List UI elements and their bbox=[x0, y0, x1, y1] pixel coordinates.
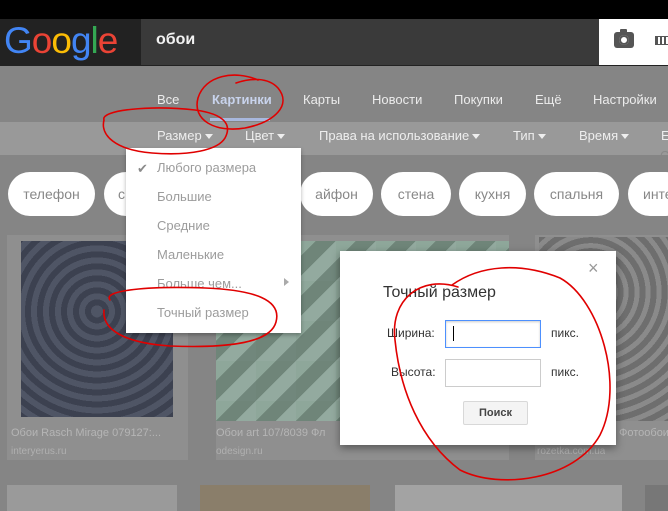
tab-images[interactable]: Картинки bbox=[212, 92, 272, 107]
search-input[interactable] bbox=[141, 19, 599, 65]
chip-interior[interactable]: инте bbox=[628, 172, 668, 216]
keyboard-icon[interactable] bbox=[655, 36, 668, 45]
result-thumb[interactable] bbox=[645, 485, 668, 511]
chip-iphone[interactable]: айфон bbox=[300, 172, 373, 216]
search-tools bbox=[599, 19, 668, 65]
width-unit: пикс. bbox=[551, 326, 579, 340]
width-input[interactable] bbox=[445, 320, 541, 348]
result-title: Фотообои bbox=[619, 427, 668, 439]
tab-all[interactable]: Все bbox=[157, 92, 179, 107]
result-thumb[interactable] bbox=[200, 485, 370, 511]
tool-time-label: Время bbox=[579, 128, 619, 143]
caret-down-icon bbox=[537, 134, 546, 140]
tool-type-label: Тип bbox=[513, 128, 535, 143]
result-source: odesign.ru bbox=[216, 446, 263, 457]
camera-icon[interactable] bbox=[614, 29, 634, 48]
tool-size-label: Размер bbox=[157, 128, 202, 143]
exact-size-dialog: × Точный размер Ширина: пикс. Высота: пи… bbox=[340, 251, 616, 445]
tool-usage-rights[interactable]: Права на использование bbox=[319, 128, 481, 143]
result-thumb[interactable] bbox=[395, 485, 622, 511]
tool-size[interactable]: Размер bbox=[157, 128, 213, 143]
top-strip bbox=[0, 0, 668, 19]
height-label: Высота: bbox=[391, 365, 436, 379]
close-icon[interactable]: × bbox=[588, 259, 599, 277]
dialog-title: Точный размер bbox=[383, 284, 496, 301]
text-cursor bbox=[453, 326, 454, 341]
google-logo[interactable]: Google bbox=[4, 20, 119, 61]
menu-item-any-size[interactable]: Любого размера bbox=[157, 160, 256, 175]
caret-down-icon bbox=[621, 134, 630, 140]
tool-usage-rights-label: Права на использование bbox=[319, 128, 470, 143]
search-tools-bar: Размер Цвет Права на использование Тип В… bbox=[0, 122, 668, 163]
tab-settings[interactable]: Настройки bbox=[593, 92, 657, 107]
tool-color-label: Цвет bbox=[245, 128, 275, 143]
size-dropdown-menu: ✔ Любого размера Большие Средние Маленьк… bbox=[126, 148, 301, 333]
result-source: rozetka.com.ua bbox=[537, 446, 606, 457]
menu-item-small[interactable]: Маленькие bbox=[157, 247, 224, 262]
chip-bedroom[interactable]: спальня bbox=[534, 172, 619, 216]
search-button[interactable]: Поиск bbox=[463, 401, 528, 425]
result-thumb[interactable] bbox=[7, 485, 177, 511]
chip-phone[interactable]: телефон bbox=[8, 172, 95, 216]
tool-time[interactable]: Время bbox=[579, 128, 630, 143]
caret-down-icon bbox=[472, 134, 481, 140]
tool-type[interactable]: Тип bbox=[513, 128, 546, 143]
tab-maps[interactable]: Карты bbox=[303, 92, 340, 107]
logo-letter: g bbox=[70, 20, 92, 61]
menu-item-large[interactable]: Большие bbox=[157, 189, 212, 204]
result-source: interyerus.ru bbox=[11, 446, 67, 457]
header: Google обои bbox=[0, 19, 668, 66]
chip-wall[interactable]: стена bbox=[381, 172, 451, 216]
menu-item-medium[interactable]: Средние bbox=[157, 218, 210, 233]
tab-more[interactable]: Ещё bbox=[535, 92, 562, 107]
tool-more[interactable]: Е bbox=[661, 128, 668, 143]
tab-news[interactable]: Новости bbox=[372, 92, 422, 107]
logo-letter: o bbox=[31, 20, 53, 61]
active-tab-underline bbox=[210, 118, 270, 121]
logo-letter: l bbox=[90, 20, 99, 61]
result-title: Обои Rasch Mirage 079127:... bbox=[11, 427, 162, 439]
menu-item-larger-than[interactable]: Больше чем... bbox=[157, 276, 242, 291]
caret-down-icon bbox=[204, 134, 213, 140]
menu-item-exact-size[interactable]: Точный размер bbox=[157, 305, 249, 320]
search-nav: Все Картинки Карты Новости Покупки Ещё Н… bbox=[0, 66, 668, 122]
tab-shopping[interactable]: Покупки bbox=[454, 92, 503, 107]
search-query: обои bbox=[156, 31, 196, 48]
caret-down-icon bbox=[277, 134, 286, 140]
logo-letter: o bbox=[51, 20, 72, 61]
logo-letter: e bbox=[97, 20, 119, 61]
chip-kitchen[interactable]: кухня bbox=[459, 172, 526, 216]
result-title: Обои art 107/8039 Фл bbox=[216, 427, 326, 439]
width-label: Ширина: bbox=[387, 326, 435, 340]
chevron-right-icon bbox=[284, 278, 289, 286]
checkmark-icon: ✔ bbox=[137, 161, 148, 176]
tool-color[interactable]: Цвет bbox=[245, 128, 286, 143]
logo-letter: G bbox=[4, 20, 33, 61]
height-input[interactable] bbox=[445, 359, 541, 387]
height-unit: пикс. bbox=[551, 365, 579, 379]
